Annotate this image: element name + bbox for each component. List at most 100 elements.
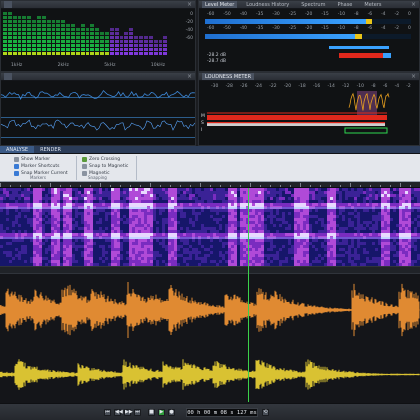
spectrum-bar (71, 11, 75, 55)
rewind-button[interactable]: ◀◀ (114, 409, 123, 416)
spectrogram-cell (159, 254, 163, 258)
spectrogram-cell (348, 260, 352, 264)
spectrogram-cell (189, 191, 193, 195)
tab-loudness-history[interactable]: Loudness History (243, 1, 292, 8)
spectrogram-cell (264, 209, 268, 213)
close-icon[interactable]: × (411, 73, 416, 81)
fast-forward-button[interactable]: ▶▶ (124, 409, 133, 416)
spectrogram-cell (120, 239, 124, 243)
spectrogram-cell (63, 260, 67, 264)
spectrogram-cell (330, 203, 334, 207)
spectrogram-cell (312, 227, 316, 231)
spectrogram-cell (348, 224, 352, 228)
spectrogram-cell (321, 245, 325, 249)
spectrogram-cell (186, 242, 190, 246)
spectrogram-cell (342, 257, 346, 261)
close-icon[interactable]: × (411, 1, 416, 9)
spectrogram-cell (231, 197, 235, 201)
spectrogram-cell (18, 191, 22, 195)
tab-level-meter[interactable]: Level Meter (202, 1, 238, 8)
spectrogram-cell (270, 209, 274, 213)
tab-meters[interactable]: Meters (361, 1, 384, 8)
spectrogram-cell (318, 200, 322, 204)
spectrogram-cell (414, 188, 418, 192)
spectrogram-cell (264, 191, 268, 195)
playhead-cursor[interactable] (248, 188, 249, 402)
spectrogram-cell (186, 212, 190, 216)
spectrum-segment (85, 44, 90, 47)
timeline-tick (150, 183, 151, 187)
marker-shortcuts-button[interactable]: Marker Shortcuts (14, 163, 68, 170)
spectrogram-cell (147, 245, 151, 249)
spectrogram-cell (210, 245, 214, 249)
spectrogram-cell (63, 221, 67, 225)
spectrogram-cell (6, 257, 10, 261)
spectrogram-cell (219, 257, 223, 261)
spectrogram-cell (189, 212, 193, 216)
spectrogram-cell (294, 218, 298, 222)
spectrogram-cell (84, 242, 88, 246)
spectrogram-cell (348, 257, 352, 261)
play-button[interactable]: ▶ (158, 409, 165, 416)
spectrogram-cell (165, 227, 169, 231)
spectrogram-cell (240, 200, 244, 204)
spectrogram-cell (6, 203, 10, 207)
spectrogram-cell (57, 224, 61, 228)
spectrogram-cell (123, 203, 127, 207)
tab-spectrum[interactable]: Spectrum (298, 1, 328, 8)
spectrogram-cell (150, 257, 154, 261)
snap-magnetic-toggle[interactable]: Snap to Magnetic (82, 163, 128, 170)
spectrogram-cell (21, 218, 25, 222)
stop-button[interactable]: ■ (148, 409, 155, 416)
spectrum-segment (129, 48, 134, 51)
spectrogram-cell (174, 200, 178, 204)
spectrogram-cell (327, 212, 331, 216)
waveform-left-channel[interactable] (0, 274, 420, 346)
scale-tick: -30 (211, 84, 219, 89)
spectrogram-cell (366, 254, 370, 258)
zero-crossing-toggle[interactable]: Zero Crossing (82, 156, 128, 163)
spectrogram-cell (270, 251, 274, 255)
spectrogram-cell (369, 212, 373, 216)
spectrum-segment (3, 40, 7, 43)
tab-phase[interactable]: Phase (334, 1, 355, 8)
spectrum-segment (100, 44, 105, 47)
spectrogram-cell (315, 197, 319, 201)
go-to-end-button[interactable]: ⏭ (134, 409, 141, 416)
spectrogram-cell (162, 245, 166, 249)
tab-spectrum[interactable] (4, 1, 12, 8)
spectrogram-cell (405, 248, 409, 252)
spectrogram-cell (213, 191, 217, 195)
spectrogram-cell (345, 215, 349, 219)
spectrogram-cell (213, 224, 217, 228)
spectrogram-cell (75, 242, 79, 246)
record-button[interactable]: ● (168, 409, 175, 416)
close-icon[interactable]: × (187, 1, 192, 9)
waveform-right-channel[interactable] (0, 346, 420, 403)
spectrogram-cell (39, 221, 43, 225)
spectrogram-cell (390, 248, 394, 252)
spectrogram-cell (333, 215, 337, 219)
spectrogram-cell (321, 239, 325, 243)
go-to-start-button[interactable]: ⏮ (104, 409, 111, 416)
spectrogram-cell (204, 197, 208, 201)
loop-button[interactable]: ⟲ (262, 409, 269, 416)
spectrogram-cell (408, 248, 412, 252)
spectrogram-view[interactable] (0, 188, 420, 266)
spectrogram-cell (342, 194, 346, 198)
tab-render[interactable]: RENDER (34, 146, 67, 153)
spectrogram-cell (414, 245, 418, 249)
spectrogram-cell (192, 203, 196, 207)
spectrogram-cell (333, 233, 337, 237)
spectrum-segment (129, 52, 134, 55)
spectrogram-cell (51, 197, 55, 201)
spectrogram-cell (234, 203, 238, 207)
spectrogram-cell (153, 251, 157, 255)
spectrogram-cell (267, 215, 271, 219)
tab-analyse[interactable]: ANALYSE (0, 146, 35, 153)
spectrum-segment (90, 36, 95, 39)
spectrogram-cell (168, 245, 172, 249)
spectrogram-cell (240, 197, 244, 201)
spectrogram-cell (0, 242, 4, 246)
show-marker-button[interactable]: Show Marker (14, 156, 68, 163)
